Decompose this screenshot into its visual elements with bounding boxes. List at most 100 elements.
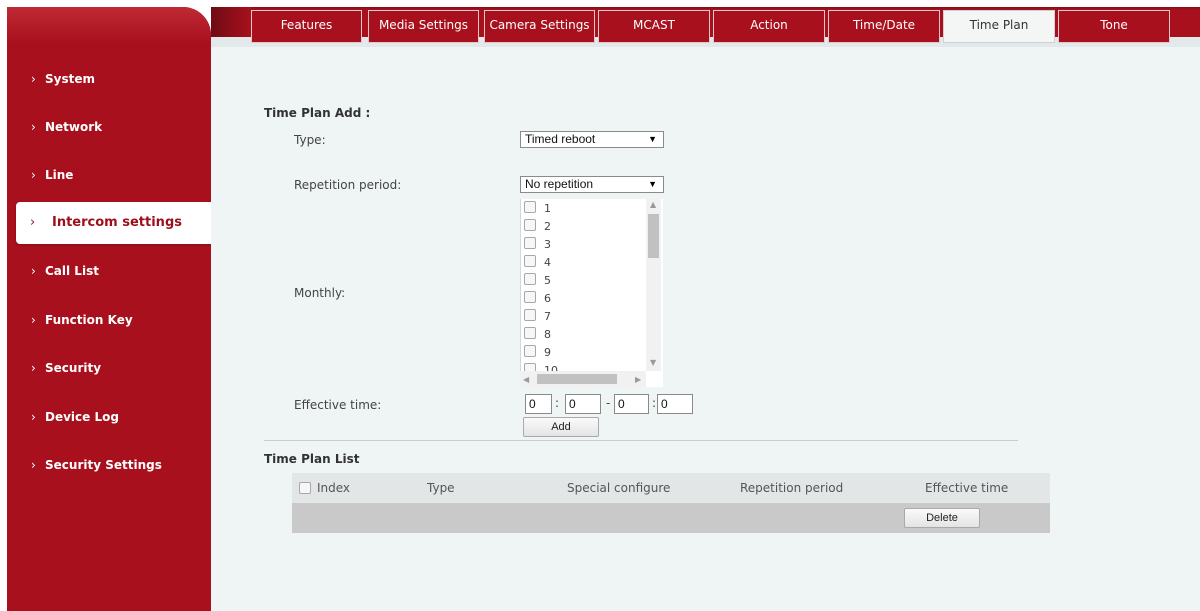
checkbox[interactable] xyxy=(524,309,536,321)
time-plan-list-title: Time Plan List xyxy=(264,452,360,466)
chevron-right-icon: › xyxy=(30,215,36,230)
day-option[interactable]: 2 xyxy=(524,219,551,235)
chevron-right-icon: › xyxy=(31,72,36,86)
select-all-checkbox[interactable] xyxy=(299,482,311,496)
time-colon: : xyxy=(652,396,657,410)
tab-time-plan[interactable]: Time Plan xyxy=(943,10,1055,43)
vertical-scrollbar-thumb[interactable] xyxy=(648,214,659,258)
tab-time-date[interactable]: Time/Date xyxy=(828,10,940,43)
chevron-right-icon: › xyxy=(31,120,36,134)
chevron-right-icon: › xyxy=(31,313,36,327)
chevron-right-icon: › xyxy=(31,410,36,424)
end-hour-input[interactable]: 0 xyxy=(614,394,649,414)
type-select[interactable]: Timed reboot ▼ xyxy=(520,131,664,148)
day-option[interactable]: 5 xyxy=(524,273,551,289)
end-minute-input[interactable]: 0 xyxy=(657,394,693,414)
sidebar-item-network[interactable]: › Network xyxy=(31,120,102,134)
day-option[interactable]: 3 xyxy=(524,237,551,253)
checkbox[interactable] xyxy=(524,327,536,339)
day-option[interactable]: 9 xyxy=(524,345,551,361)
sidebar-item-line[interactable]: › Line xyxy=(31,168,73,182)
sidebar-item-security-settings[interactable]: › Security Settings xyxy=(31,458,162,472)
sidebar-item-label: Call List xyxy=(45,264,99,278)
tab-bar: Features Media Settings Camera Settings … xyxy=(211,7,1200,47)
monthly-label: Monthly: xyxy=(294,286,346,300)
dropdown-arrow-icon: ▼ xyxy=(648,134,657,144)
start-hour-input[interactable]: 0 xyxy=(525,394,552,414)
monthly-day-list[interactable]: 1 2 3 4 5 6 7 8 9 10 xyxy=(520,199,663,387)
day-label: 8 xyxy=(544,328,551,341)
tab-action[interactable]: Action xyxy=(713,10,825,43)
sidebar-item-call-list[interactable]: › Call List xyxy=(31,264,99,278)
type-label: Type: xyxy=(294,133,326,147)
time-colon: : xyxy=(555,396,560,410)
tab-media-settings[interactable]: Media Settings xyxy=(368,10,479,43)
day-label: 3 xyxy=(544,238,551,251)
day-option[interactable]: 7 xyxy=(524,309,551,325)
day-label: 5 xyxy=(544,274,551,287)
sidebar-item-device-log[interactable]: › Device Log xyxy=(31,410,119,424)
start-minute-input[interactable]: 0 xyxy=(565,394,601,414)
tab-mcast[interactable]: MCAST xyxy=(598,10,710,43)
repetition-period-select[interactable]: No repetition ▼ xyxy=(520,176,664,193)
checkbox[interactable] xyxy=(524,201,536,213)
time-dash: - xyxy=(606,396,611,410)
tab-tone[interactable]: Tone xyxy=(1058,10,1170,43)
sidebar-item-label: Function Key xyxy=(45,313,133,327)
checkbox[interactable] xyxy=(524,237,536,249)
checkbox[interactable] xyxy=(524,273,536,285)
sidebar-item-label: Network xyxy=(45,120,103,134)
chevron-right-icon: › xyxy=(31,168,36,182)
main-content: Time Plan Add : Type: Timed reboot ▼ Rep… xyxy=(211,47,1200,611)
delete-button[interactable]: Delete xyxy=(904,508,980,528)
sidebar-item-label: Line xyxy=(45,168,74,182)
day-label: 9 xyxy=(544,346,551,359)
sidebar-item-label: System xyxy=(45,72,95,86)
checkbox[interactable] xyxy=(524,255,536,267)
tab-features[interactable]: Features xyxy=(251,10,362,43)
chevron-right-icon: › xyxy=(31,361,36,375)
type-select-value: Timed reboot xyxy=(525,132,596,146)
scroll-right-icon[interactable]: ▶ xyxy=(635,375,641,384)
tab-bar-fade xyxy=(211,7,251,37)
checkbox[interactable] xyxy=(524,345,536,357)
effective-time-label: Effective time: xyxy=(294,398,382,412)
sidebar-item-label: Device Log xyxy=(45,410,119,424)
sidebar-item-function-key[interactable]: › Function Key xyxy=(31,313,133,327)
add-button[interactable]: Add xyxy=(523,417,599,437)
repetition-select-value: No repetition xyxy=(525,177,594,191)
checkbox[interactable] xyxy=(524,219,536,231)
day-label: 2 xyxy=(544,220,551,233)
repetition-period-label: Repetition period: xyxy=(294,178,402,192)
day-option[interactable]: 6 xyxy=(524,291,551,307)
day-label: 6 xyxy=(544,292,551,305)
table-action-row: Delete xyxy=(292,503,1050,533)
day-label: 7 xyxy=(544,310,551,323)
day-label: 1 xyxy=(544,202,551,215)
scroll-down-icon[interactable]: ▼ xyxy=(650,358,656,367)
sidebar-item-label: Security Settings xyxy=(45,458,162,472)
sidebar-header xyxy=(7,7,211,43)
column-special-configure: Special configure xyxy=(567,481,671,495)
sidebar-item-system[interactable]: › System xyxy=(31,72,95,86)
sidebar-item-security[interactable]: › Security xyxy=(31,361,101,375)
day-option[interactable]: 4 xyxy=(524,255,551,271)
column-type: Type xyxy=(427,481,455,495)
horizontal-scrollbar-thumb[interactable] xyxy=(537,374,617,384)
sidebar-item-intercom-settings[interactable]: › Intercom settings xyxy=(16,202,217,244)
column-index: Index xyxy=(317,481,351,495)
day-option[interactable]: 1 xyxy=(524,201,551,217)
checkbox[interactable] xyxy=(524,291,536,303)
day-label: 4 xyxy=(544,256,551,269)
tab-camera-settings[interactable]: Camera Settings xyxy=(484,10,595,43)
time-plan-add-title: Time Plan Add : xyxy=(264,106,371,120)
day-option[interactable]: 8 xyxy=(524,327,551,343)
divider xyxy=(264,440,1018,441)
time-plan-table-header: Index Type Special configure Repetition … xyxy=(292,473,1050,503)
sidebar-item-label: Intercom settings xyxy=(52,215,182,230)
scroll-up-icon[interactable]: ▲ xyxy=(650,200,656,209)
chevron-right-icon: › xyxy=(31,458,36,472)
scroll-left-icon[interactable]: ◀ xyxy=(523,375,529,384)
column-repetition-period: Repetition period xyxy=(740,481,844,495)
chevron-right-icon: › xyxy=(31,264,36,278)
